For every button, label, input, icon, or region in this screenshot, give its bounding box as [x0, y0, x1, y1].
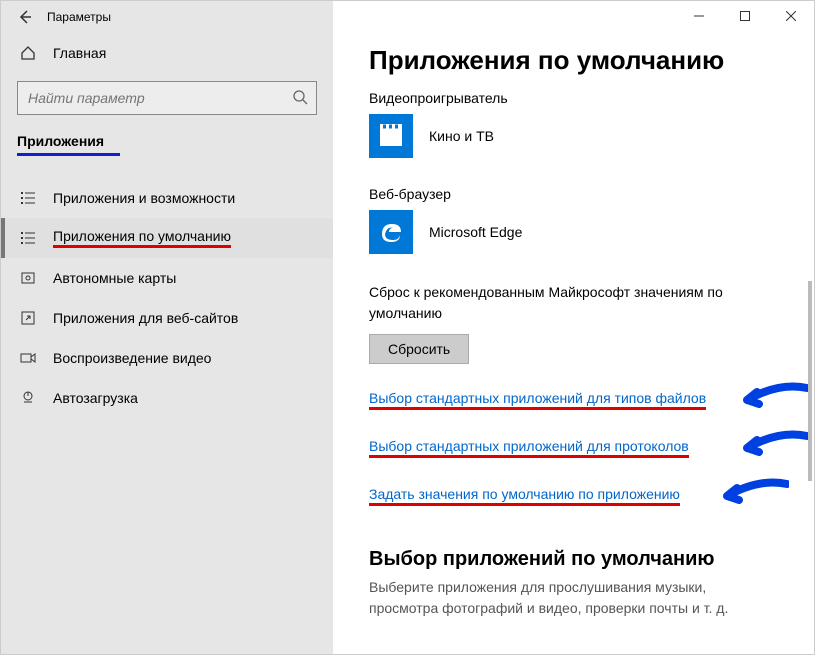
annotation-arrow-icon: [739, 430, 809, 462]
video-player-label: Видеопроигрыватель: [369, 90, 778, 106]
sidebar-item-label: Воспроизведение видео: [53, 350, 211, 366]
reset-description: Сброс к рекомендованным Майкрософт значе…: [369, 282, 778, 324]
sidebar-item-apps-features[interactable]: Приложения и возможности: [1, 178, 333, 218]
sidebar-item-apps-websites[interactable]: Приложения для веб-сайтов: [1, 298, 333, 338]
home-icon: [19, 44, 37, 62]
section2-description: Выберите приложения для прослушивания му…: [369, 577, 778, 619]
launch-icon: [19, 309, 37, 327]
sidebar-item-offline-maps[interactable]: Автономные карты: [1, 258, 333, 298]
maximize-button[interactable]: [722, 1, 768, 31]
link-protocols[interactable]: Выбор стандартных приложений для протоко…: [369, 438, 689, 458]
sidebar-item-label: Приложения по умолчанию: [53, 228, 231, 248]
link-by-app[interactable]: Задать значения по умолчанию по приложен…: [369, 486, 680, 506]
video-player-name: Кино и ТВ: [429, 128, 494, 144]
search-box[interactable]: [17, 81, 317, 115]
sidebar: Параметры Главная Приложения Приложения …: [1, 1, 333, 654]
sidebar-home-label: Главная: [53, 45, 106, 61]
sidebar-home[interactable]: Главная: [1, 33, 333, 73]
links-group: Выбор стандартных приложений для типов ф…: [369, 390, 778, 520]
list-icon: [19, 189, 37, 207]
reset-button[interactable]: Сбросить: [369, 334, 469, 364]
browser-label: Веб-браузер: [369, 186, 778, 202]
search-input[interactable]: [26, 89, 292, 107]
titlebar: Параметры: [1, 1, 333, 33]
annotation-arrow-icon: [719, 478, 789, 510]
sidebar-item-default-apps[interactable]: Приложения по умолчанию: [1, 218, 333, 258]
map-icon: [19, 269, 37, 287]
sidebar-item-label: Приложения для веб-сайтов: [53, 310, 238, 326]
sidebar-nav: Приложения и возможности Приложения по у…: [1, 166, 333, 418]
startup-icon: [19, 389, 37, 407]
sidebar-item-video-playback[interactable]: Воспроизведение видео: [1, 338, 333, 378]
window-controls: [676, 1, 814, 31]
browser-name: Microsoft Edge: [429, 224, 522, 240]
edge-icon: [369, 210, 413, 254]
movies-tv-icon: [369, 114, 413, 158]
close-button[interactable]: [768, 1, 814, 31]
sidebar-category: Приложения: [17, 129, 120, 156]
minimize-button[interactable]: [676, 1, 722, 31]
back-button[interactable]: [7, 1, 43, 33]
scrollbar[interactable]: [808, 281, 812, 481]
video-icon: [19, 349, 37, 367]
content: Приложения по умолчанию Видеопроигрывате…: [333, 1, 814, 629]
browser-tile[interactable]: Microsoft Edge: [369, 210, 778, 254]
sidebar-item-label: Автозагрузка: [53, 390, 138, 406]
sidebar-item-label: Приложения и возможности: [53, 190, 235, 206]
page-title: Приложения по умолчанию: [369, 45, 778, 76]
main-area: Приложения по умолчанию Видеопроигрывате…: [333, 1, 814, 654]
link-file-types[interactable]: Выбор стандартных приложений для типов ф…: [369, 390, 706, 410]
window-title: Параметры: [47, 10, 111, 24]
section2-title: Выбор приложений по умолчанию: [369, 548, 778, 571]
annotation-arrow-icon: [739, 382, 809, 414]
arrow-left-icon: [17, 9, 33, 25]
video-player-tile[interactable]: Кино и ТВ: [369, 114, 778, 158]
search-icon: [292, 89, 308, 108]
sidebar-item-label: Автономные карты: [53, 270, 176, 286]
defaults-icon: [19, 229, 37, 247]
sidebar-item-startup[interactable]: Автозагрузка: [1, 378, 333, 418]
